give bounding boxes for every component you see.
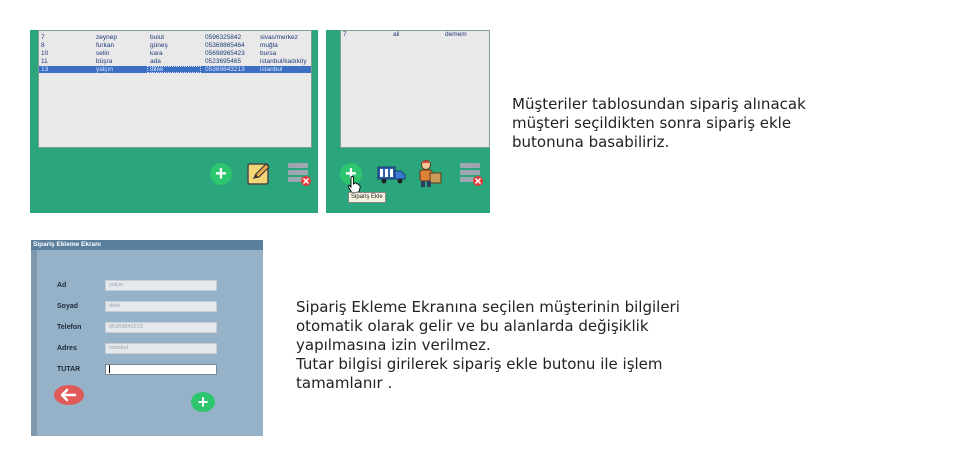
delete-table-icon [288, 163, 311, 186]
cell-phone: 0596325842 [205, 34, 242, 41]
window-left-edge [31, 250, 37, 436]
orders-panel: 7 ali demem + Sipariş Ekle [326, 30, 490, 213]
customers-table[interactable]: 7 zeynep bulut 0596325842 sivas/merkez 8… [38, 30, 312, 148]
delete-table-icon [460, 163, 483, 186]
label-soyad: Soyad [57, 303, 79, 310]
cell-id: 13 [41, 66, 49, 73]
cell-id: 11 [41, 58, 48, 65]
cell-address: istanbul/kadıköy [260, 58, 307, 65]
tutar-field[interactable] [105, 364, 217, 375]
cell-first-name: büşra [96, 58, 113, 65]
cell-phone: 05369865464 [205, 42, 245, 49]
telefon-field[interactable]: 05369843213 [105, 322, 217, 333]
ad-field[interactable]: yalçın [105, 280, 217, 291]
description-line: Sipariş Ekleme Ekranına seçilen müşterin… [296, 298, 680, 316]
delete-customer-button[interactable] [287, 161, 313, 187]
customers-panel: 7 zeynep bulut 0596325842 sivas/merkez 8… [30, 30, 318, 213]
cell-id: 7 [343, 31, 347, 38]
edit-icon [247, 163, 270, 185]
description-line: Tutar bilgisi girilerek sipariş ekle but… [296, 355, 663, 373]
description-line: otomatik olarak gelir ve bu alanlarda de… [296, 317, 649, 335]
description-line: butonuna basabiliriz. [512, 133, 670, 151]
description-line: müşteri seçildikten sonra sipariş ekle [512, 114, 792, 132]
delete-order-button[interactable] [459, 161, 485, 187]
cell-address: istanbul [260, 66, 283, 73]
courier-button[interactable] [414, 159, 444, 189]
cell-address: muğla [260, 42, 278, 49]
cell-id: 10 [41, 50, 49, 57]
table-row[interactable]: 11 büşra ada 0523695465 istanbul/kadıköy [39, 58, 311, 65]
plus-icon: + [197, 392, 209, 412]
delivery-button[interactable] [377, 163, 407, 185]
confirm-order-button[interactable]: + [191, 392, 215, 412]
cell-phone: 0523695465 [205, 58, 242, 65]
order-form-window: Sipariş Ekleme Ekranı Ad yalçın Soyad di… [31, 240, 263, 436]
add-customer-button[interactable]: + [210, 163, 232, 185]
arrow-left-icon [54, 385, 84, 405]
label-tutar: TUTAR [57, 366, 81, 373]
label-adres: Adres [57, 345, 77, 352]
courier-icon [419, 160, 442, 187]
top-description: Müşteriler tablosundan sipariş alınacak … [512, 95, 932, 152]
soyad-field[interactable]: dilek [105, 301, 217, 312]
description-line: tamamlanır . [296, 374, 393, 392]
cell-last-name: güneş [150, 42, 168, 49]
cell-address: sivas/merkez [260, 34, 298, 41]
description-line: Müşteriler tablosundan sipariş alınacak [512, 95, 806, 113]
cell-id: 8 [41, 42, 45, 49]
table-row-selected[interactable]: 13 yalçın dilek 05369843213 istanbul [39, 66, 311, 73]
cell-last-name: demem [445, 31, 467, 38]
cell-last-name: bulut [150, 34, 165, 41]
cell-last-name: dilek [150, 66, 164, 73]
cell-id: 7 [41, 34, 45, 41]
description-line: yapılmasına izin verilmez. [296, 336, 491, 354]
plus-icon: + [215, 163, 227, 185]
text-caret [109, 365, 110, 373]
bottom-description: Sipariş Ekleme Ekranına seçilen müşterin… [296, 298, 756, 393]
cell-address: bursa [260, 50, 277, 57]
cell-first-name: zeynep [96, 34, 117, 41]
cell-phone: 05698965423 [205, 50, 245, 57]
edit-customer-button[interactable] [246, 161, 272, 187]
cell-first-name: ali [393, 31, 400, 38]
cell-phone: 05369843213 [205, 66, 245, 73]
adres-field[interactable]: istanbul [105, 343, 217, 354]
table-row[interactable]: 7 zeynep bulut 0596325842 sivas/merkez [39, 34, 311, 41]
cell-last-name: kara [150, 50, 163, 57]
window-title: Sipariş Ekleme Ekranı [31, 240, 263, 250]
cell-first-name: furkan [96, 42, 115, 49]
label-ad: Ad [57, 282, 67, 289]
label-telefon: Telefon [57, 324, 82, 331]
table-row[interactable]: 10 selin kara 05698965423 bursa [39, 50, 311, 57]
table-row[interactable]: 7 ali demem [341, 31, 489, 38]
cell-last-name: ada [150, 58, 161, 65]
cell-first-name: selin [96, 50, 110, 57]
truck-icon [377, 166, 406, 184]
cell-first-name: yalçın [96, 66, 113, 73]
tooltip: Sipariş Ekle [348, 192, 386, 203]
table-row[interactable]: 8 furkan güneş 05369865464 muğla [39, 42, 311, 49]
orders-table[interactable]: 7 ali demem [340, 30, 490, 148]
back-button[interactable] [53, 384, 85, 406]
